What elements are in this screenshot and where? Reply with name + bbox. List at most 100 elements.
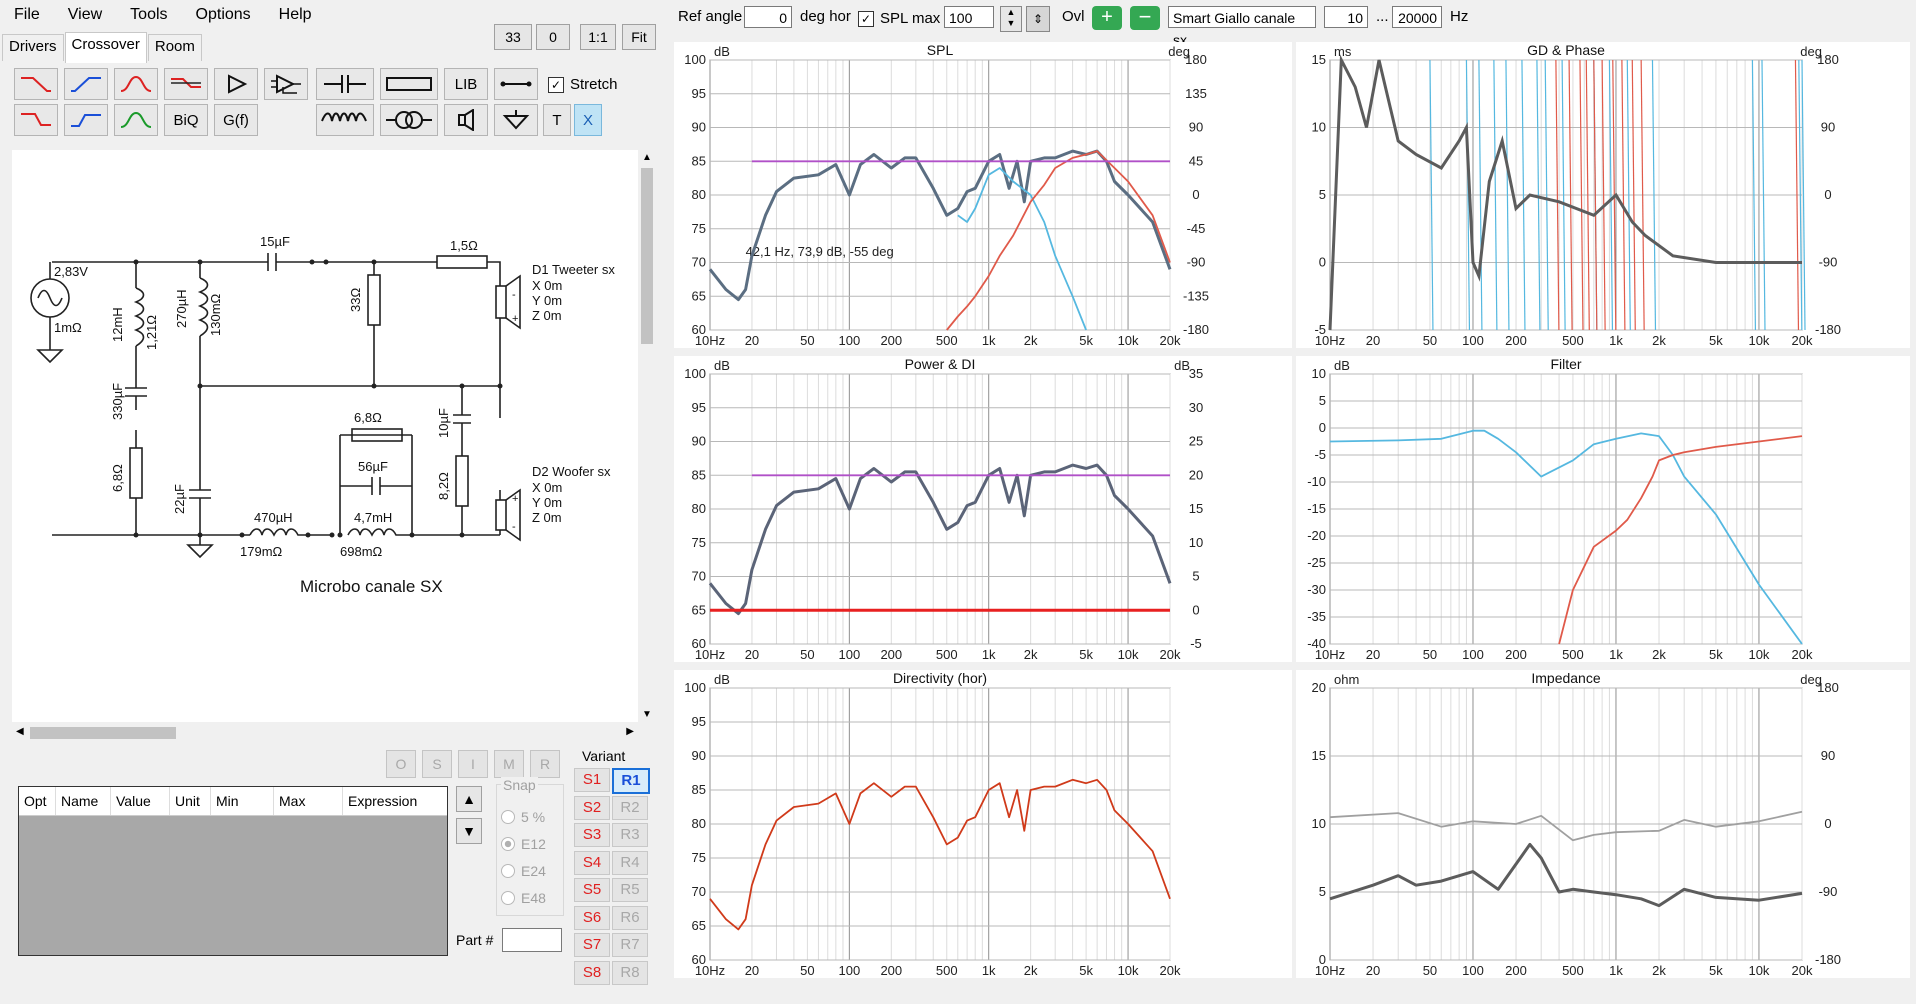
tab-drivers[interactable]: Drivers	[2, 34, 64, 61]
parameter-table[interactable]: Opt Name Value Unit Min Max Expression	[18, 786, 448, 956]
ref-angle-input[interactable]: 0	[744, 6, 792, 28]
variant-r1-button[interactable]: R1	[612, 768, 650, 794]
shelf-red-button[interactable]	[164, 68, 208, 100]
opt-i-button[interactable]: I	[458, 750, 488, 778]
menu-tools[interactable]: Tools	[116, 0, 181, 30]
add-overlay-button[interactable]: +	[1092, 6, 1122, 30]
menu-help[interactable]: Help	[265, 0, 326, 30]
col-value[interactable]: Value	[111, 787, 170, 815]
variant-r7-button[interactable]: R7	[612, 933, 648, 957]
zoom-1-1-button[interactable]: 1:1	[580, 24, 616, 50]
capacitor-button[interactable]	[316, 68, 374, 100]
amplifier-button[interactable]	[214, 68, 258, 100]
variant-r4-button[interactable]: R4	[612, 850, 648, 875]
power-di-chart[interactable]: 100 95 90 85 80 75 70 65 60 35 30 25 20 15 10 5 0 -5 10Hz 2…	[674, 356, 1292, 662]
zoom-value-button[interactable]: 33	[494, 24, 532, 50]
variant-s8-button[interactable]: S8	[574, 960, 610, 985]
x-button[interactable]: X	[574, 104, 602, 136]
col-max[interactable]: Max	[274, 787, 343, 815]
variant-r5-button[interactable]: R5	[612, 878, 648, 902]
tab-crossover[interactable]: Crossover	[64, 32, 147, 63]
schematic-vscroll[interactable]: ▲ ▼	[638, 150, 656, 722]
vscroll-thumb[interactable]	[641, 168, 653, 344]
y2-tick-label: -5	[1190, 636, 1202, 651]
spl-max-input[interactable]: 100	[944, 6, 994, 28]
lowpass2-red-button[interactable]	[14, 104, 58, 136]
col-unit[interactable]: Unit	[170, 787, 211, 815]
part-input[interactable]	[502, 928, 562, 952]
col-name[interactable]: Name	[56, 787, 111, 815]
bandpass-red-button[interactable]	[114, 68, 158, 100]
highpass-blue-button[interactable]	[64, 68, 108, 100]
highpass2-blue-button[interactable]	[64, 104, 108, 136]
impedance-chart[interactable]: 20 15 10 5 0 180 90 0 -90 -180 10Hz 20 50 100 200 500 1k…	[1296, 670, 1910, 978]
spl-range-button[interactable]: ⇕	[1026, 6, 1050, 32]
freq-min-input[interactable]: 10	[1324, 6, 1368, 28]
stretch-checkbox[interactable]: ✓ Stretch	[548, 76, 618, 93]
remove-overlay-button[interactable]: −	[1130, 6, 1160, 30]
gd-phase-chart[interactable]: 15 10 5 0 -5 180 90 0 -90 -180 10Hz 20 50 100 200 500 1k…	[1296, 42, 1910, 348]
spl-chart[interactable]: 100 95 90 85 80 75 70 65 60 180 135 90 45 0 -45 -90 -135…	[674, 42, 1292, 348]
scroll-right-icon[interactable]: ▶	[626, 726, 634, 737]
lowpass-red-button[interactable]	[14, 68, 58, 100]
directivity-chart[interactable]: 100 95 90 85 80 75 70 65 60 10Hz 20 50 100 200 500 1k 2k…	[674, 670, 1292, 978]
inductor-button[interactable]	[316, 104, 374, 136]
menu-file[interactable]: File	[0, 0, 54, 30]
driver-select[interactable]: Smart Giallo canale sx	[1168, 6, 1316, 48]
opt-o-button[interactable]: O	[386, 750, 416, 778]
part-label: Part #	[456, 932, 494, 948]
col-min[interactable]: Min	[211, 787, 274, 815]
variant-s2-button[interactable]: S2	[574, 795, 610, 820]
x-tick-label: 20k	[1160, 333, 1181, 348]
library-button[interactable]: LIB	[444, 68, 488, 100]
freq-max-input[interactable]: 20000	[1392, 6, 1442, 28]
opt-r-button[interactable]: R	[530, 750, 560, 778]
move-down-button[interactable]: ▼	[456, 818, 482, 844]
variant-r8-button[interactable]: R8	[612, 960, 648, 985]
variant-s3-button[interactable]: S3	[574, 823, 610, 847]
variant-s7-button[interactable]: S7	[574, 933, 610, 957]
opamp-button[interactable]	[264, 68, 308, 100]
impedance-chart-svg: 20151050180900-90-18010Hz 20 50 100 200 500 1k…	[1312, 670, 1841, 978]
biquad-button[interactable]: BiQ	[164, 104, 208, 136]
menu-options[interactable]: Options	[182, 0, 265, 30]
gf-button[interactable]: G(f)	[214, 104, 258, 136]
resistor-button[interactable]	[380, 68, 438, 100]
variant-r3-button[interactable]: R3	[612, 823, 648, 847]
variant-s5-button[interactable]: S5	[574, 878, 610, 902]
wire-button[interactable]	[494, 68, 538, 100]
allpass-green-button[interactable]	[114, 104, 158, 136]
col-opt[interactable]: Opt	[19, 787, 56, 815]
transformer-button[interactable]	[380, 104, 438, 136]
offset-button[interactable]: 0	[536, 24, 570, 50]
scroll-up-icon[interactable]: ▲	[642, 152, 652, 163]
variant-s4-button[interactable]: S4	[574, 850, 610, 875]
variant-r6-button[interactable]: R6	[612, 905, 648, 930]
filter-chart[interactable]: 10 5 0 -5 -10 -15 -20 -25 -30 -35 -40 10Hz 20 50 100 20…	[1296, 356, 1910, 662]
x-tick-label: 10k	[1748, 333, 1769, 348]
menu-view[interactable]: View	[54, 0, 116, 30]
move-up-button[interactable]: ▲	[456, 786, 482, 812]
scroll-left-icon[interactable]: ◀	[16, 726, 24, 737]
text-button[interactable]: T	[543, 104, 571, 136]
scroll-down-icon[interactable]: ▼	[642, 709, 652, 720]
fit-button[interactable]: Fit	[622, 24, 656, 50]
variant-s1-button[interactable]: S1	[574, 768, 610, 792]
snap-e48[interactable]: E48	[501, 890, 546, 906]
snap-e12[interactable]: E12	[501, 836, 546, 852]
snap-e24[interactable]: E24	[501, 863, 546, 879]
tab-room[interactable]: Room	[147, 34, 202, 61]
variant-s6-button[interactable]: S6	[574, 905, 610, 930]
spl-max-checkbox[interactable]: ✓ SPL max	[858, 10, 940, 27]
ground-button[interactable]	[494, 104, 538, 136]
variant-r2-button[interactable]: R2	[612, 795, 648, 820]
opt-m-button[interactable]: M	[494, 750, 524, 778]
snap-5pct[interactable]: 5 %	[501, 809, 545, 825]
opt-s-button[interactable]: S	[422, 750, 452, 778]
spl-spinner[interactable]: ▲ ▼	[1000, 6, 1022, 32]
schematic-canvas[interactable]: 2,83V 1mΩ 15µF 1,5Ω 33Ω 12mH 1,21Ω 270µH…	[12, 150, 638, 722]
col-expression[interactable]: Expression	[343, 787, 437, 815]
hscroll-thumb[interactable]	[30, 727, 176, 739]
schematic-hscroll[interactable]: ◀ ▶	[12, 722, 638, 744]
driver-button[interactable]	[444, 104, 488, 136]
